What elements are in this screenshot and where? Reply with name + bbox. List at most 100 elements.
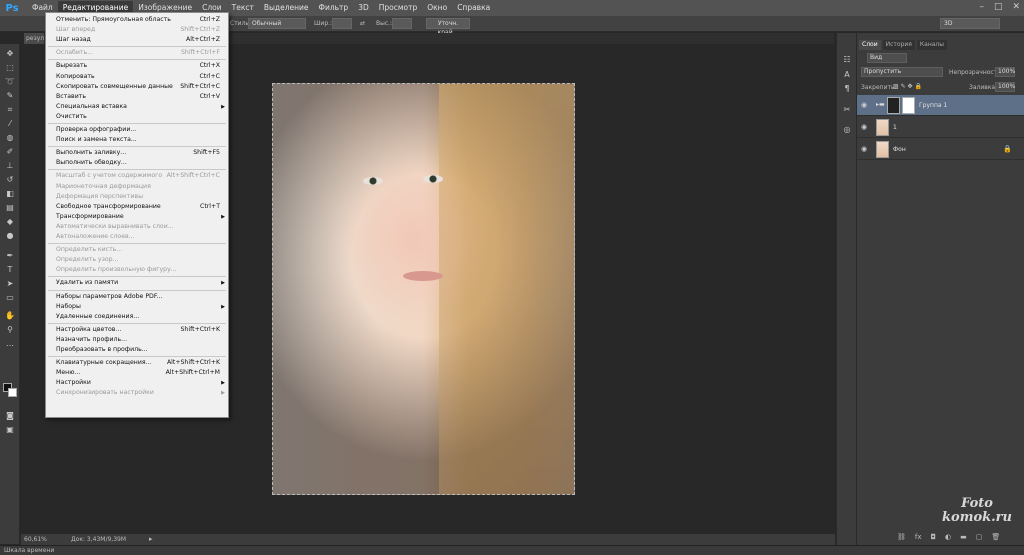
menu-8[interactable]: Просмотр — [374, 1, 423, 15]
edit-menu-item[interactable]: Настройка цветов... Shift+Ctrl+K — [46, 325, 228, 335]
edit-menu-item[interactable]: Проверка орфографии... — [46, 125, 228, 135]
visibility-eye-icon[interactable]: ◉ — [861, 145, 869, 153]
blur-tool-icon[interactable]: ◆ — [4, 216, 16, 227]
minimize-icon[interactable]: – — [979, 2, 984, 12]
menu-5[interactable]: Выделение — [259, 1, 314, 15]
layer-name[interactable]: 1 — [893, 124, 897, 131]
menu-item-label: Шаг вперед — [56, 26, 96, 34]
character-panel-icon[interactable]: A — [841, 70, 853, 82]
edit-menu-item[interactable]: Специальная вставка ▶ — [46, 102, 228, 112]
visibility-eye-icon[interactable]: ◉ — [861, 123, 869, 131]
edit-menu-item[interactable]: Скопировать совмещенные данные Shift+Ctrl… — [46, 82, 228, 92]
blend-mode-select[interactable]: Пропустить — [861, 67, 943, 77]
edit-menu-item[interactable]: Назначить профиль... — [46, 335, 228, 345]
edit-menu-item[interactable]: Выполнить заливку... Shift+F5 — [46, 148, 228, 158]
eyedropper-tool-icon[interactable]: ⁄ — [4, 118, 16, 129]
layer-name[interactable]: Фон — [893, 146, 906, 153]
menu-item-label: Преобразовать в профиль... — [56, 346, 148, 353]
document-tab[interactable]: результат — [24, 33, 44, 44]
timeline-tab[interactable]: Шкала времени — [4, 547, 54, 554]
edit-menu-item[interactable]: Клавиатурные сокращения... Alt+Shift+Ctrl… — [46, 358, 228, 368]
zoom-tool-icon[interactable]: ⚲ — [4, 324, 16, 335]
background-color-swatch[interactable] — [8, 388, 17, 397]
paragraph-panel-icon[interactable]: ¶ — [841, 84, 853, 96]
edit-menu-item[interactable]: Шаг назад Alt+Ctrl+Z — [46, 35, 228, 45]
eraser-tool-icon[interactable]: ◧ — [4, 188, 16, 199]
width-field[interactable] — [332, 18, 352, 29]
layer-row-group[interactable]: ◉ ▸▬ Группа 1 — [857, 95, 1024, 116]
swap-icon[interactable]: ⇄ — [360, 20, 365, 27]
marquee-tool-icon[interactable]: ⬚ — [4, 62, 16, 73]
healing-brush-tool-icon[interactable]: ◍ — [4, 132, 16, 143]
layer-row-background[interactable]: ◉ Фон 🔒 — [857, 139, 1024, 160]
menu-6[interactable]: Фильтр — [314, 1, 354, 15]
panel-tab-2[interactable]: Каналы — [916, 40, 947, 50]
edit-menu-item[interactable]: Очистить — [46, 112, 228, 122]
refine-edge-button[interactable]: Уточн. край... — [426, 18, 470, 36]
edit-menu-item[interactable]: Трансформирование ▶ — [46, 212, 228, 222]
edit-menu-item[interactable]: Преобразовать в профиль... — [46, 345, 228, 355]
edit-menu-item[interactable]: Удалить из памяти ▶ — [46, 278, 228, 288]
edit-menu-item[interactable]: Вставить Ctrl+V — [46, 92, 228, 102]
add-mask-icon[interactable]: ◘ — [931, 533, 937, 541]
type-tool-icon[interactable]: T — [4, 264, 16, 275]
edit-menu-item[interactable]: Поиск и замена текста... — [46, 135, 228, 145]
edit-menu-item[interactable]: Копировать Ctrl+C — [46, 72, 228, 82]
menu-4[interactable]: Текст — [227, 1, 259, 15]
edit-menu-item[interactable]: Наборы параметров Adobe PDF... — [46, 292, 228, 302]
shape-tool-icon[interactable]: ▭ — [4, 292, 16, 303]
layer-filter-select[interactable]: Вид — [867, 53, 907, 63]
panel-tab-0[interactable]: Слои — [859, 40, 881, 50]
edit-menu-item[interactable]: Наборы ▶ — [46, 302, 228, 312]
edit-menu-item[interactable]: Свободное трансформирование Ctrl+T — [46, 202, 228, 212]
maximize-icon[interactable]: □ — [994, 2, 1003, 12]
status-menu-arrow-icon[interactable]: ▸ — [149, 535, 153, 543]
quick-mask-icon[interactable]: ◙ — [4, 410, 16, 421]
edit-menu-item[interactable]: Меню... Alt+Shift+Ctrl+M — [46, 368, 228, 378]
layer-row-1[interactable]: ◉ 1 — [857, 117, 1024, 138]
edit-menu-item[interactable]: Удаленные соединения... — [46, 312, 228, 322]
history-panel-icon[interactable]: ☷ — [841, 55, 853, 67]
move-tool-icon[interactable]: ✥ — [4, 48, 16, 59]
menu-item-shortcut: Ctrl+X — [199, 62, 220, 70]
tool-presets-icon[interactable]: ✂ — [841, 105, 853, 117]
layer-name[interactable]: Группа 1 — [919, 102, 947, 109]
link-layers-icon[interactable]: ⛓ — [897, 533, 906, 541]
fx-icon[interactable]: fx — [915, 533, 922, 541]
height-field[interactable] — [392, 18, 412, 29]
screen-mode-icon[interactable]: ▣ — [4, 424, 16, 435]
adjustments-icon[interactable]: ◎ — [841, 125, 853, 137]
workspace-select[interactable]: 3D — [940, 18, 1000, 29]
quick-select-tool-icon[interactable]: ✎ — [4, 90, 16, 101]
style-select[interactable]: Обычный — [248, 18, 306, 29]
hand-tool-icon[interactable]: ✋ — [4, 310, 16, 321]
lock-icons[interactable]: ▨ ✎ ✥ 🔒 — [893, 83, 922, 90]
menu-9[interactable]: Окно — [422, 1, 452, 15]
crop-tool-icon[interactable]: ⌗ — [4, 104, 16, 115]
history-brush-tool-icon[interactable]: ↺ — [4, 174, 16, 185]
gradient-tool-icon[interactable]: ▤ — [4, 202, 16, 213]
edit-menu-item[interactable]: Выполнить обводку... — [46, 158, 228, 168]
edit-menu-item[interactable]: Настройки ▶ — [46, 378, 228, 388]
more-tools-icon[interactable]: … — [4, 338, 16, 349]
path-select-tool-icon[interactable]: ➤ — [4, 278, 16, 289]
edit-menu-item: Определить узор... — [46, 255, 228, 265]
brush-tool-icon[interactable]: ✐ — [4, 146, 16, 157]
edit-menu-item[interactable]: Вырезать Ctrl+X — [46, 61, 228, 71]
dodge-tool-icon[interactable]: ● — [4, 230, 16, 241]
opacity-field[interactable]: 100% — [995, 67, 1015, 77]
menu-7[interactable]: 3D — [353, 1, 374, 15]
lock-label: Закрепить: — [861, 84, 897, 91]
edit-menu-item: Деформация перспективы — [46, 192, 228, 202]
fill-field[interactable]: 100% — [995, 82, 1015, 92]
clone-stamp-tool-icon[interactable]: ⊥ — [4, 160, 16, 171]
menu-10[interactable]: Справка — [452, 1, 495, 15]
visibility-eye-icon[interactable]: ◉ — [861, 101, 869, 109]
edit-menu-item[interactable]: Отменить: Прямоугольная область Ctrl+Z — [46, 15, 228, 25]
lasso-tool-icon[interactable]: ➰ — [4, 76, 16, 87]
close-icon[interactable]: ✕ — [1012, 2, 1020, 12]
panel-tab-1[interactable]: История — [882, 40, 915, 50]
zoom-level[interactable]: 60,61% — [24, 536, 47, 543]
pen-tool-icon[interactable]: ✒ — [4, 250, 16, 261]
document-photo[interactable] — [272, 83, 575, 495]
